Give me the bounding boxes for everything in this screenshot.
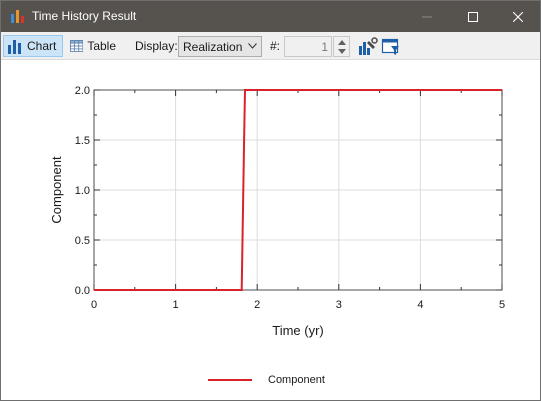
maximize-button[interactable] [450,1,496,32]
realization-number-label: #: [270,39,281,53]
x-tick-label: 1 [173,299,179,311]
y-tick-label: 0.0 [75,285,90,297]
chart-properties-icon [359,37,378,55]
legend-swatch [208,379,252,381]
chart-app-icon [11,10,24,23]
chart-filter-button[interactable] [381,37,401,57]
chart-view-button[interactable]: Chart [3,35,63,57]
close-icon [513,11,523,22]
maximize-icon [468,11,478,22]
spin-down-icon[interactable] [338,49,346,54]
display-select-value: Realization [183,39,243,54]
chart-filter-icon [381,38,399,55]
table-icon [70,40,84,52]
x-tick-label: 0 [91,299,97,311]
chart-legend: Component [208,373,325,387]
minimize-button[interactable] [404,1,450,32]
realization-number-stepper[interactable] [333,36,350,57]
chevron-down-icon [248,43,257,49]
table-view-button[interactable]: Table [66,35,120,57]
title-bar[interactable]: Time History Result [1,1,540,32]
x-tick-label: 4 [417,299,423,311]
bar-chart-icon [8,40,21,54]
legend-label: Component [268,374,325,386]
y-tick-label: 0.5 [75,235,90,247]
time-history-window: Time History Result Chart Table Display:… [0,0,541,401]
chart-view-label: Chart [27,39,57,53]
y-axis-label: Component [49,156,64,224]
realization-number-input[interactable]: 1 [284,36,332,57]
chart-properties-button[interactable] [358,37,378,57]
display-select[interactable]: Realization [178,36,262,57]
close-button[interactable] [495,1,541,32]
spin-up-icon[interactable] [338,40,346,45]
time-history-chart: 0 1 2 3 4 5 0.0 0.5 1.0 1.5 2.0 Time (yr) Component [49,85,505,338]
minimize-icon [422,16,432,17]
table-view-label: Table [87,39,116,53]
display-label: Display: [135,39,178,53]
x-tick-label: 3 [336,299,342,311]
x-tick-label: 5 [499,299,505,311]
window-title: Time History Result [32,9,137,23]
x-axis-label: Time (yr) [272,323,324,338]
y-tick-label: 1.5 [75,135,90,147]
toolbar: Chart Table Display: Realization #: 1 [1,32,540,60]
y-tick-label: 2.0 [75,85,90,97]
y-tick-label: 1.0 [75,185,90,197]
x-tick-label: 2 [254,299,260,311]
